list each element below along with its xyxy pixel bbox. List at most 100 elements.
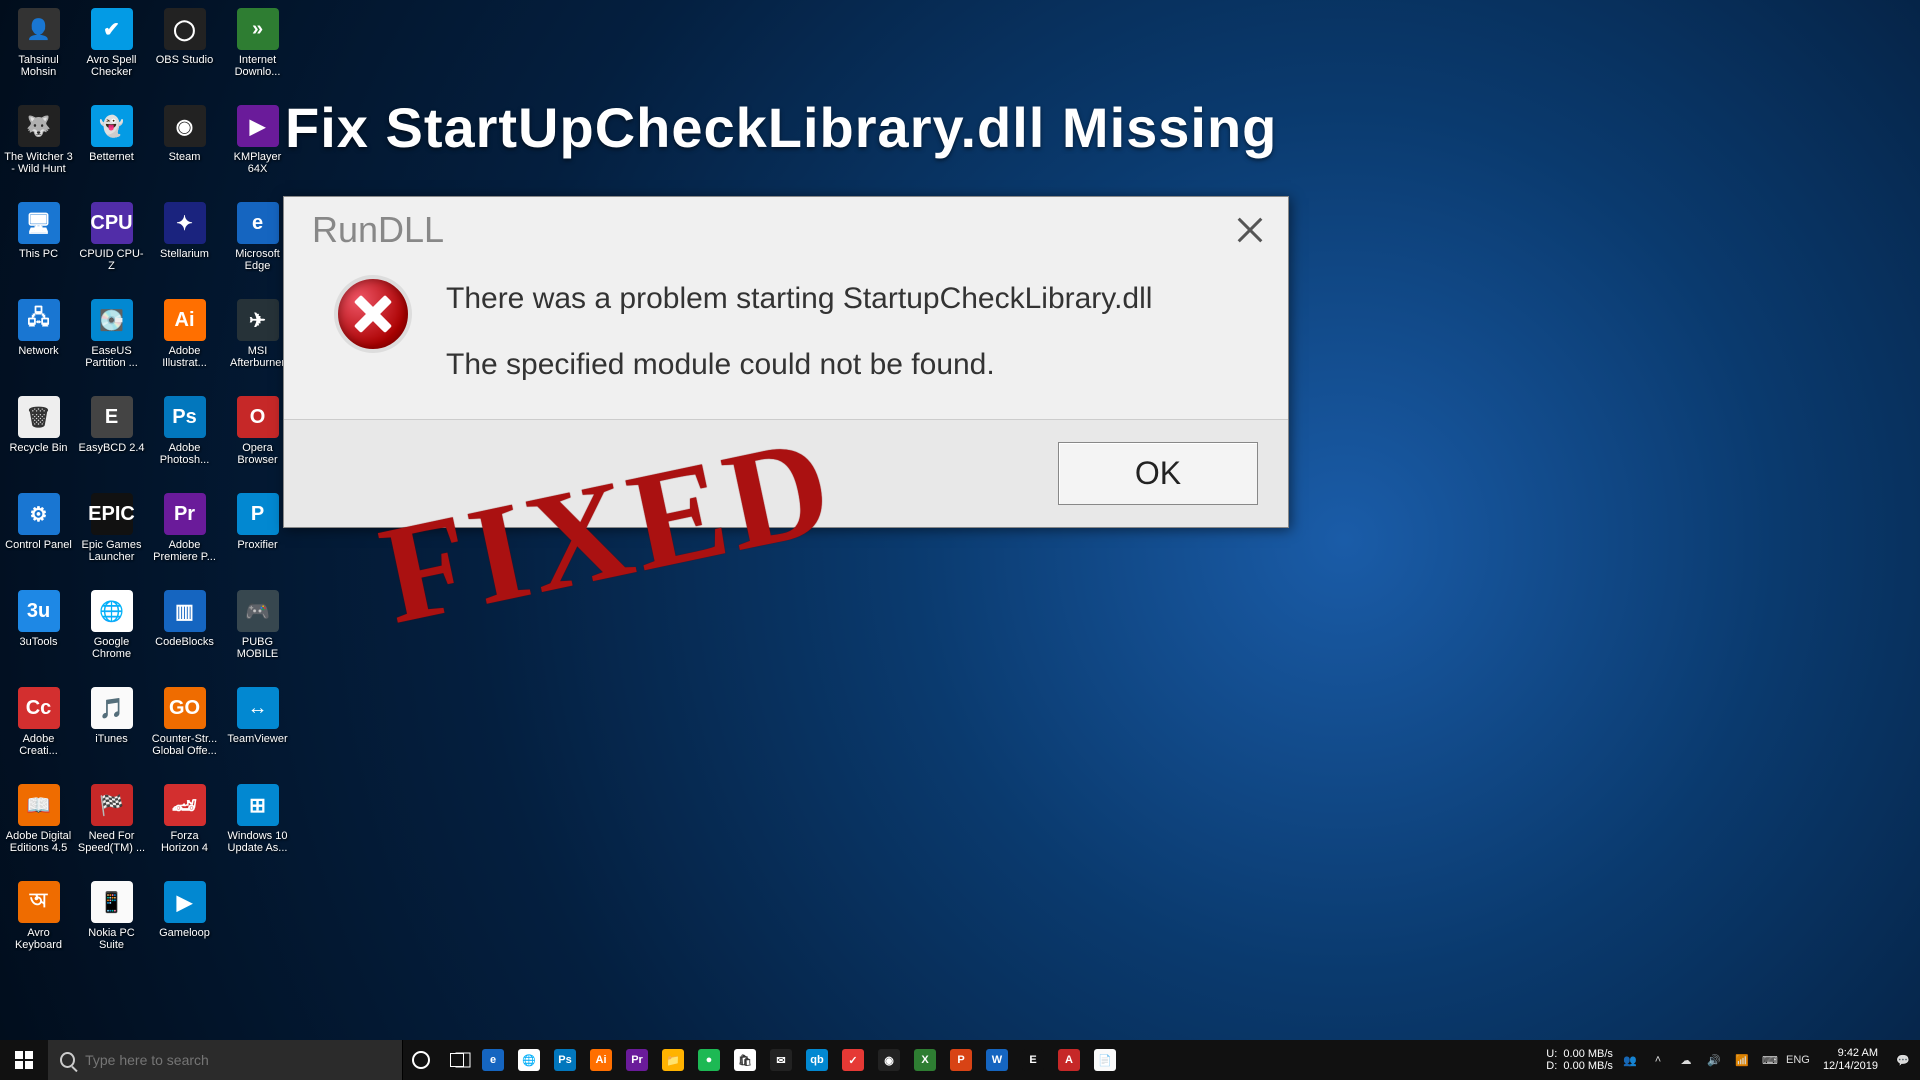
app-icon: 👻 xyxy=(91,105,133,147)
taskbar-spotify-button[interactable]: ● xyxy=(691,1040,727,1080)
taskbar-premiere-button[interactable]: Pr xyxy=(619,1040,655,1080)
desktop-icon[interactable]: 🎮PUBG MOBILE xyxy=(221,586,294,683)
desktop-icon[interactable]: ↔TeamViewer xyxy=(221,683,294,780)
onedrive-icon[interactable]: ☁ xyxy=(1675,1049,1697,1071)
desktop-icon[interactable]: 🏁Need For Speed(TM) ... xyxy=(75,780,148,877)
desktop-icon[interactable]: 🎵iTunes xyxy=(75,683,148,780)
taskbar-edge-button[interactable]: e xyxy=(475,1040,511,1080)
ok-button[interactable]: OK xyxy=(1058,442,1258,505)
taskbar-qbittorrent-button[interactable]: qb xyxy=(799,1040,835,1080)
action-center-icon[interactable]: 💬 xyxy=(1892,1049,1914,1071)
app-icon: ✈ xyxy=(237,299,279,341)
icon-label: Counter-Str... Global Offe... xyxy=(148,733,221,757)
steam-icon: ◉ xyxy=(878,1049,900,1071)
keyboard-icon[interactable]: ⌨ xyxy=(1759,1049,1781,1071)
desktop-icon[interactable]: CPUCPUID CPU-Z xyxy=(75,198,148,295)
taskbar-notepad-button[interactable]: 📄 xyxy=(1087,1040,1123,1080)
taskbar-epic-button[interactable]: E xyxy=(1015,1040,1051,1080)
icon-label: Steam xyxy=(148,151,221,163)
desktop-icon[interactable]: ⚙Control Panel xyxy=(2,489,75,586)
desktop-icon[interactable]: অAvro Keyboard xyxy=(2,877,75,974)
overlay-headline: Fix StartUpCheckLibrary.dll Missing xyxy=(285,95,1277,160)
desktop-icon[interactable]: EPICEpic Games Launcher xyxy=(75,489,148,586)
start-button[interactable] xyxy=(0,1040,48,1080)
app-icon: 🐺 xyxy=(18,105,60,147)
taskbar-illustrator-button[interactable]: Ai xyxy=(583,1040,619,1080)
taskbar-excel-button[interactable]: X xyxy=(907,1040,943,1080)
people-icon[interactable]: 👥 xyxy=(1619,1049,1641,1071)
search-input[interactable] xyxy=(85,1052,390,1068)
dialog-message-line1: There was a problem starting StartupChec… xyxy=(446,275,1152,323)
language-indicator[interactable]: ENG xyxy=(1787,1049,1809,1071)
illustrator-icon: Ai xyxy=(590,1049,612,1071)
taskbar-explorer-button[interactable]: 📁 xyxy=(655,1040,691,1080)
desktop-icon[interactable]: PrAdobe Premiere P... xyxy=(148,489,221,586)
icon-label: Adobe Digital Editions 4.5 xyxy=(2,830,75,854)
taskbar-store-button[interactable]: 🛍 xyxy=(727,1040,763,1080)
search-box[interactable] xyxy=(48,1040,403,1080)
desktop-icon[interactable]: 🖥This PC xyxy=(2,198,75,295)
app-icon: অ xyxy=(18,881,60,923)
desktop-icon[interactable]: ◉Steam xyxy=(148,101,221,198)
icon-label: Adobe Premiere P... xyxy=(148,539,221,563)
app-icon: » xyxy=(237,8,279,50)
desktop-icon[interactable]: ✦Stellarium xyxy=(148,198,221,295)
desktop-icon[interactable]: 📖Adobe Digital Editions 4.5 xyxy=(2,780,75,877)
volume-icon[interactable]: 🔊 xyxy=(1703,1049,1725,1071)
desktop-icon[interactable]: » Internet Downlo... xyxy=(221,4,294,101)
app-icon: 🎵 xyxy=(91,687,133,729)
net-speed: U: 0.00 MB/s D: 0.00 MB/s xyxy=(1546,1048,1613,1072)
desktop-icon[interactable]: ▶KMPlayer 64X xyxy=(221,101,294,198)
icon-label: Control Panel xyxy=(2,539,75,551)
desktop-icon[interactable]: ▶Gameloop xyxy=(148,877,221,974)
tray-chevron-up-icon[interactable]: ˄ xyxy=(1647,1049,1669,1071)
close-icon[interactable] xyxy=(1230,210,1270,250)
desktop-icon[interactable]: PsAdobe Photosh... xyxy=(148,392,221,489)
network-icon[interactable]: 📶 xyxy=(1731,1049,1753,1071)
desktop-icon[interactable]: GOCounter-Str... Global Offe... xyxy=(148,683,221,780)
app-icon: 3u xyxy=(18,590,60,632)
taskbar-task-view-button[interactable] xyxy=(439,1040,475,1080)
clock[interactable]: 9:42 AM 12/14/2019 xyxy=(1815,1047,1886,1073)
desktop-icon[interactable]: ✔Avro Spell Checker xyxy=(75,4,148,101)
app-icon: P xyxy=(237,493,279,535)
icon-label: Epic Games Launcher xyxy=(75,539,148,563)
taskbar-cortana-button[interactable] xyxy=(403,1040,439,1080)
desktop-icon[interactable]: 📱Nokia PC Suite xyxy=(75,877,148,974)
task-view-icon xyxy=(450,1053,464,1067)
app-icon: 🖧 xyxy=(18,299,60,341)
desktop-icon[interactable]: 🌐Google Chrome xyxy=(75,586,148,683)
desktop-icon[interactable]: CcAdobe Creati... xyxy=(2,683,75,780)
app-icon: ⊞ xyxy=(237,784,279,826)
taskbar-mail-button[interactable]: ✉ xyxy=(763,1040,799,1080)
desktop-icon[interactable]: ⊞Windows 10 Update As... xyxy=(221,780,294,877)
desktop-icon[interactable]: 🐺 The Witcher 3 - Wild Hunt xyxy=(2,101,75,198)
icon-label: Internet Downlo... xyxy=(221,54,294,78)
icon-label: Gameloop xyxy=(148,927,221,939)
taskbar-powerpoint-button[interactable]: P xyxy=(943,1040,979,1080)
taskbar-word-button[interactable]: W xyxy=(979,1040,1015,1080)
desktop-icon[interactable]: 💽EaseUS Partition ... xyxy=(75,295,148,392)
desktop-icon[interactable]: ◯OBS Studio xyxy=(148,4,221,101)
desktop-icon[interactable]: 🖧Network xyxy=(2,295,75,392)
desktop-icon[interactable]: 👤Tahsinul Mohsin xyxy=(2,4,75,101)
taskbar-access-button[interactable]: A xyxy=(1051,1040,1087,1080)
icon-label: The Witcher 3 - Wild Hunt xyxy=(2,151,75,175)
desktop-icon[interactable]: 👻Betternet xyxy=(75,101,148,198)
edge-icon: e xyxy=(482,1049,504,1071)
desktop-icon[interactable]: ▥CodeBlocks xyxy=(148,586,221,683)
mail-icon: ✉ xyxy=(770,1049,792,1071)
icon-label: Adobe Photosh... xyxy=(148,442,221,466)
desktop-icon[interactable]: 🏎Forza Horizon 4 xyxy=(148,780,221,877)
app-icon: 💽 xyxy=(91,299,133,341)
desktop-icon[interactable]: 🗑Recycle Bin xyxy=(2,392,75,489)
epic-icon: E xyxy=(1022,1049,1044,1071)
taskbar-todoist-button[interactable]: ✓ xyxy=(835,1040,871,1080)
taskbar-photoshop-button[interactable]: Ps xyxy=(547,1040,583,1080)
desktop-icon[interactable]: AiAdobe Illustrat... xyxy=(148,295,221,392)
desktop-icon[interactable]: 3u3uTools xyxy=(2,586,75,683)
app-icon: 🖥 xyxy=(18,202,60,244)
taskbar-chrome-button[interactable]: 🌐 xyxy=(511,1040,547,1080)
taskbar-steam-button[interactable]: ◉ xyxy=(871,1040,907,1080)
desktop-icon[interactable]: EEasyBCD 2.4 xyxy=(75,392,148,489)
